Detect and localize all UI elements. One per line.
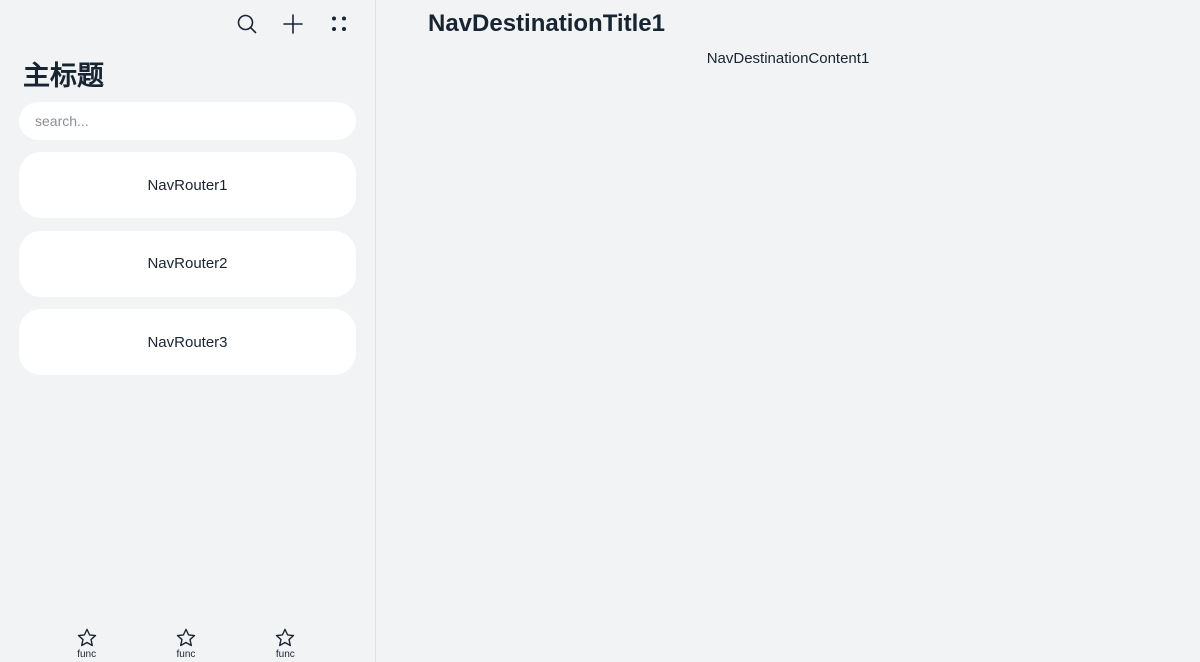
nav-router-label: NavRouter2 <box>147 255 228 272</box>
nav-router-item-1[interactable]: NavRouter1 <box>19 152 356 218</box>
toolbar-item-label: func <box>77 649 97 660</box>
nav-router-item-3[interactable]: NavRouter3 <box>19 309 356 375</box>
navigation-panel: 主标题 NavRouter1 NavRouter2 NavRouter3 fun… <box>0 0 375 662</box>
toolbar-item-label: func <box>176 649 196 660</box>
nav-router-item-2[interactable]: NavRouter2 <box>19 230 356 297</box>
add-menu-button[interactable] <box>275 10 311 38</box>
more-dots-icon <box>332 16 346 31</box>
nav-router-label: NavRouter1 <box>147 176 228 194</box>
search-input[interactable] <box>33 112 342 130</box>
destination-title: NavDestinationTitle1 <box>428 10 665 37</box>
router-list: NavRouter1 NavRouter2 NavRouter3 <box>19 152 356 388</box>
search-icon <box>237 14 257 34</box>
star-icon <box>276 628 295 647</box>
search-field[interactable] <box>19 102 356 140</box>
navigation-title: 主标题 <box>23 61 104 91</box>
toolbar: func func func <box>37 626 335 662</box>
destination-content: NavDestinationContent1 <box>706 50 870 67</box>
more-menu-button[interactable] <box>321 10 357 38</box>
star-icon <box>176 628 196 647</box>
toolbar-item-1[interactable]: func <box>37 626 136 662</box>
destination-panel: NavDestinationTitle1 NavDestinationConte… <box>376 0 1200 662</box>
toolbar-item-2[interactable]: func <box>136 626 235 662</box>
menu-bar <box>229 10 357 38</box>
star-icon <box>77 628 96 647</box>
nav-router-label: NavRouter3 <box>147 333 228 351</box>
toolbar-item-label: func <box>275 649 295 660</box>
search-menu-button[interactable] <box>229 10 265 38</box>
toolbar-item-3[interactable]: func <box>236 626 335 662</box>
plus-icon <box>283 14 303 34</box>
